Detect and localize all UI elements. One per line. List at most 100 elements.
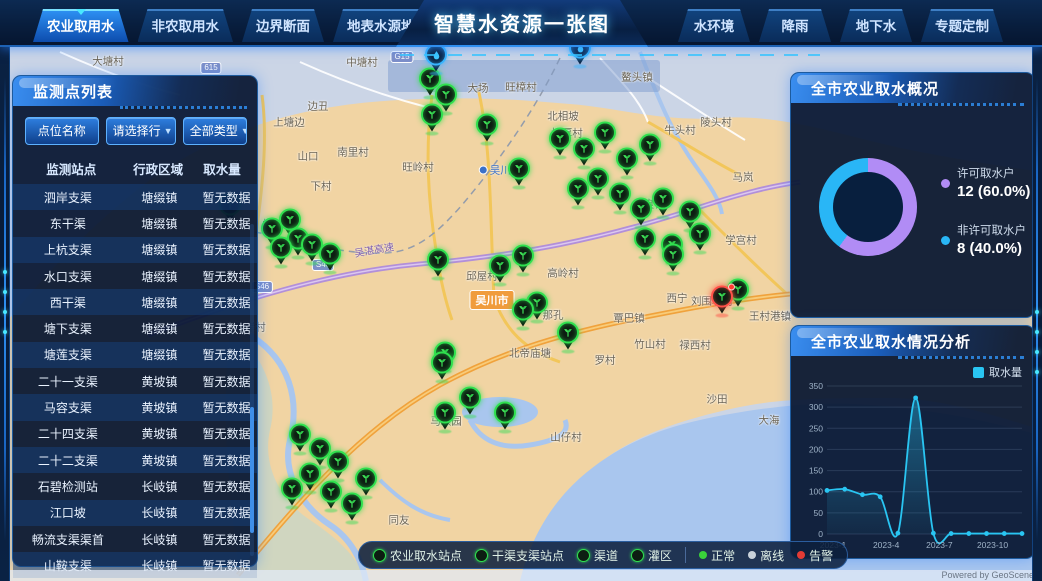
tab-农业取用水[interactable]: 农业取用水 [33,9,129,42]
agriculture-intake-station-pin[interactable] [459,386,481,417]
region-name: 塘缀镇 [123,189,196,206]
alert-dot [728,283,735,290]
agriculture-intake-station-pin[interactable] [567,177,589,208]
panel-title: 全市农业取水情况分析 [811,331,971,352]
agriculture-intake-station-pin[interactable] [476,113,498,144]
panel-header: 全市农业取水概况 [791,73,1034,103]
table-row[interactable]: 东干渠塘缀镇暂无数据 [13,210,257,236]
table-row[interactable]: 二十一支渠黄坡镇暂无数据 [13,368,257,394]
region-name: 黄坡镇 [123,373,196,390]
agriculture-intake-station-pin[interactable] [549,127,571,158]
station-name: 二十四支渠 [13,425,123,442]
agriculture-intake-station-pin[interactable] [320,480,342,511]
map-place-label: 高岭村 [547,266,579,281]
agriculture-intake-station-pin[interactable] [616,147,638,178]
station-name: 水口支渠 [13,268,123,285]
agriculture-intake-station-pin[interactable] [689,222,711,253]
sprout-icon [644,138,656,150]
agriculture-intake-station-pin[interactable] [434,401,456,432]
table-row[interactable]: 塘下支渠塘缀镇暂无数据 [13,315,257,341]
tab-边界断面[interactable]: 边界断面 [242,9,324,42]
agriculture-intake-station-pin[interactable] [427,248,449,279]
alarm-station-pin[interactable] [711,285,733,316]
point-name-button[interactable]: 点位名称 [25,117,99,145]
legend-divider [685,547,686,563]
agriculture-intake-station-pin[interactable] [512,244,534,275]
table-row[interactable]: 马容支渠黄坡镇暂无数据 [13,394,257,420]
region-select-value: 请选择行 [113,118,161,144]
surface-water-station-pin[interactable] [425,43,447,74]
table-row[interactable]: 水口支渠塘缀镇暂无数据 [13,263,257,289]
agriculture-intake-station-pin[interactable] [270,236,292,267]
agriculture-intake-station-pin[interactable] [662,243,684,274]
sprout-icon [360,472,372,484]
agriculture-intake-station-pin[interactable] [327,450,349,481]
agriculture-intake-station-pin[interactable] [594,121,616,152]
table-row[interactable]: 塘莲支渠塘缀镇暂无数据 [13,342,257,368]
legend-type-渠道: 渠道 [577,547,618,564]
table-row[interactable]: 江口坡长岐镇暂无数据 [13,500,257,526]
svg-text:50: 50 [814,508,824,518]
tab-降雨[interactable]: 降雨 [759,9,831,42]
table-row[interactable]: 二十四支渠黄坡镇暂无数据 [13,421,257,447]
agriculture-intake-station-pin[interactable] [652,187,674,218]
intake-value: 暂无数据 [196,478,257,495]
sprout-icon [667,248,679,260]
table-row[interactable]: 上杭支渠塘缀镇暂无数据 [13,237,257,263]
green-pin-icon [475,549,488,562]
agriculture-intake-station-pin[interactable] [630,197,652,228]
type-select[interactable]: 全部类型 ▼ [183,117,247,145]
map-place-label: 沙田 [707,392,728,407]
agriculture-intake-station-pin[interactable] [431,351,453,382]
svg-text:200: 200 [809,444,823,454]
region-name: 塘缀镇 [123,215,196,232]
table-row[interactable]: 二十二支渠黄坡镇暂无数据 [13,447,257,473]
donut-legend-item: 非许可取水户8 (40.0%) [941,222,1030,257]
sprout-icon [639,232,651,244]
sprout-icon [266,222,278,234]
tab-非农取用水[interactable]: 非农取用水 [138,9,234,42]
page-title: 智慧水资源一张图 [434,8,610,37]
agriculture-intake-station-pin[interactable] [489,254,511,285]
intake-value: 暂无数据 [196,373,257,390]
table-scrollbar[interactable] [250,224,254,556]
svg-text:350: 350 [809,381,823,391]
panel-title: 监测点列表 [33,81,113,102]
station-name: 东干渠 [13,215,123,232]
table-body: 泗岸支渠塘缀镇暂无数据东干渠塘缀镇暂无数据上杭支渠塘缀镇暂无数据水口支渠塘缀镇暂… [13,184,257,578]
agriculture-intake-station-pin[interactable] [319,242,341,273]
tab-水环境[interactable]: 水环境 [678,9,750,42]
agriculture-intake-station-pin[interactable] [609,182,631,213]
agriculture-intake-station-pin[interactable] [281,477,303,508]
sprout-icon [324,247,336,259]
tab-地下水[interactable]: 地下水 [840,9,912,42]
table-row[interactable]: 西干渠塘缀镇暂无数据 [13,289,257,315]
table-row[interactable]: 泗岸支渠塘缀镇暂无数据 [13,184,257,210]
agriculture-intake-station-pin[interactable] [587,167,609,198]
green-pin-icon [373,549,386,562]
agriculture-intake-station-pin[interactable] [557,321,579,352]
agriculture-intake-station-pin[interactable] [355,467,377,498]
agriculture-intake-station-pin[interactable] [508,157,530,188]
legend-dot [941,179,950,188]
agriculture-intake-station-pin[interactable] [634,227,656,258]
map-place-label: 山口 [298,149,319,164]
tab-专题定制[interactable]: 专题定制 [921,9,1003,42]
table-row[interactable]: 石碧检测站长岐镇暂无数据 [13,473,257,499]
agriculture-intake-station-pin[interactable] [494,401,516,432]
svg-text:2023-4: 2023-4 [873,540,900,550]
table-row[interactable]: 畅流支渠渠首长岐镇暂无数据 [13,526,257,552]
agriculture-intake-station-pin[interactable] [512,298,534,329]
agriculture-intake-station-pin[interactable] [421,103,443,134]
region-select[interactable]: 请选择行 ▼ [106,117,176,145]
agriculture-intake-station-pin[interactable] [573,137,595,168]
type-select-value: 全部类型 [190,118,238,144]
agriculture-intake-station-pin[interactable] [639,133,661,164]
green-pin-icon [631,549,644,562]
agriculture-intake-station-pin[interactable] [289,423,311,454]
sprout-icon [635,202,647,214]
region-name: 黄坡镇 [123,452,196,469]
station-name: 畅流支渠渠首 [13,531,123,548]
scrollbar-thumb[interactable] [250,407,254,533]
map-place-label: 陵头村 [700,115,732,130]
